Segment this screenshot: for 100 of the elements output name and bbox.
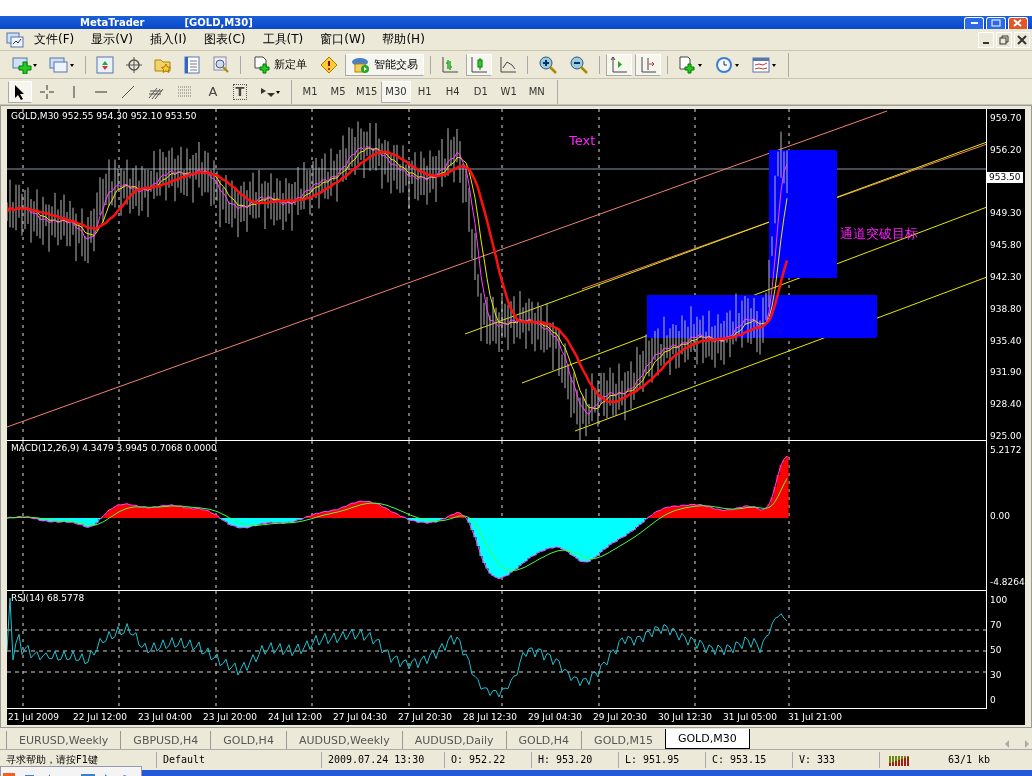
expert-advisors-button[interactable]: 智能交易 xyxy=(345,53,424,76)
new-order-button[interactable]: 新定单 xyxy=(247,53,313,76)
current-price-tag: 953.50 xyxy=(987,172,1023,183)
price-tick: 928.40 xyxy=(990,399,1023,410)
line-chart-icon xyxy=(499,55,517,74)
menu-item[interactable]: 窗口(W) xyxy=(316,29,379,50)
magnifier-icon xyxy=(212,55,230,74)
time-tick: 31 Jul 05:00 xyxy=(722,712,778,724)
timeframe-button[interactable]: W1 xyxy=(494,80,523,103)
chart-window-icon xyxy=(6,31,24,48)
label-tool-button[interactable]: T xyxy=(228,80,252,103)
clock-icon xyxy=(715,55,741,74)
price-tick: 925.00 xyxy=(990,430,1023,441)
axis-arrow-icon xyxy=(610,55,628,74)
minimize-icon xyxy=(983,41,989,44)
chart-text-label: Text xyxy=(569,133,596,148)
timeframe-button[interactable]: M5 xyxy=(324,80,352,103)
time-tick: 29 Jul 04:30 xyxy=(527,712,583,724)
timeframe-button[interactable]: M15 xyxy=(352,80,382,103)
time-tick: 22 Jul 12:00 xyxy=(72,712,128,724)
menu-item[interactable]: 图表(C) xyxy=(199,29,259,50)
time-tick: 24 Jul 12:00 xyxy=(267,712,323,724)
minimize-icon xyxy=(970,22,978,24)
axis-shift-icon xyxy=(639,55,657,74)
text-tool-button[interactable]: A xyxy=(201,80,225,103)
document-plus-icon xyxy=(253,55,271,74)
price-tick: 942.30 xyxy=(990,272,1023,282)
timeframe-button[interactable]: H1 xyxy=(410,80,439,103)
bar-chart-icon xyxy=(441,55,459,74)
minimize-button[interactable] xyxy=(964,16,984,29)
menu-item[interactable]: 显示(V) xyxy=(87,29,146,50)
menu-item[interactable]: 帮助(H) xyxy=(378,29,438,50)
arrows-window-icon xyxy=(96,55,114,74)
price-tick: 959.70 xyxy=(990,113,1023,123)
macd-tick: -4.8264 xyxy=(990,577,1025,587)
trend-line-icon xyxy=(120,83,136,100)
close-icon xyxy=(1017,34,1027,45)
status-time: 2009.07.24 13:30 xyxy=(322,752,445,768)
minimize-button[interactable] xyxy=(978,31,994,48)
time-tick: 21 Jul 2009 xyxy=(7,712,60,724)
time-tick: 31 Jul 21:00 xyxy=(787,712,843,724)
robot-hat-icon xyxy=(351,55,371,74)
price-tick: 938.80 xyxy=(990,303,1023,314)
cursor-icon xyxy=(13,83,27,100)
timeframe-button[interactable]: H4 xyxy=(438,80,467,103)
chart-tab[interactable]: GOLD,M30 xyxy=(664,729,750,749)
timeframe-button[interactable]: M1 xyxy=(296,80,324,103)
macd-tick: 5.2172 xyxy=(990,445,1023,455)
price-tick: 945.80 xyxy=(990,240,1023,251)
crosshair-icon xyxy=(39,83,55,100)
chart-window-icon xyxy=(752,55,778,74)
crosshair-icon xyxy=(125,55,143,74)
window-title: [GOLD,M30] xyxy=(184,16,253,29)
maximize-icon xyxy=(991,19,1001,27)
time-tick: 29 Jul 20:30 xyxy=(592,712,648,724)
chart-header: GOLD,M30 952.55 954.30 952.10 953.50 xyxy=(11,111,197,121)
warning-icon xyxy=(320,55,338,74)
close-button[interactable] xyxy=(1014,31,1030,48)
status-high: H: 953.20 xyxy=(532,752,619,768)
time-tick: 28 Jul 12:30 xyxy=(462,712,518,724)
price-tick: 931.90 xyxy=(990,367,1023,378)
candles-chart-button[interactable] xyxy=(466,53,492,76)
time-tick: 23 Jul 04:00 xyxy=(137,712,193,724)
list-window-icon xyxy=(183,55,201,74)
price-tick: 949.30 xyxy=(990,208,1023,219)
rsi-tick: 70 xyxy=(990,620,1003,630)
timeframe-button[interactable]: MN xyxy=(522,80,551,103)
rsi-header: RSI(14) 68.5778 xyxy=(11,593,85,603)
new-chart-icon xyxy=(12,55,38,74)
timeframe-button[interactable]: D1 xyxy=(466,80,495,103)
horizontal-line-icon xyxy=(94,90,108,93)
timeframe-button[interactable]: M30 xyxy=(381,80,411,103)
zoom-in-icon xyxy=(538,55,558,74)
maximize-button[interactable] xyxy=(986,16,1006,29)
restore-icon xyxy=(999,34,1009,45)
windows-icon xyxy=(49,55,75,74)
close-button[interactable] xyxy=(1008,16,1028,29)
menu-item[interactable]: 工具(T) xyxy=(258,29,317,50)
price-tick: 935.40 xyxy=(990,335,1023,346)
connection-bars-icon xyxy=(888,753,912,767)
macd-header: MACD(12,26,9) 4.3479 3.9945 0.7068 0.0000 xyxy=(11,443,217,453)
status-close: C: 953.15 xyxy=(706,752,793,768)
zoom-out-icon xyxy=(569,55,589,74)
time-tick: 27 Jul 20:30 xyxy=(397,712,453,724)
rsi-tick: 100 xyxy=(990,595,1009,605)
restore-button[interactable] xyxy=(996,31,1012,48)
indicator-plus-icon xyxy=(678,55,704,74)
fibonacci-levels-icon xyxy=(176,83,194,100)
auto-scroll-button[interactable] xyxy=(606,53,632,76)
macd-tick: 0.00 xyxy=(990,511,1012,521)
candlestick-icon xyxy=(470,55,488,74)
status-open: O: 952.22 xyxy=(445,752,532,768)
close-icon xyxy=(1013,19,1023,27)
cursor-tool-button[interactable] xyxy=(8,80,32,103)
rsi-tick: 0 xyxy=(990,695,997,705)
time-tick: 23 Jul 20:00 xyxy=(202,712,258,724)
status-traffic: 63/1 kb xyxy=(947,753,992,767)
chart-shift-button[interactable] xyxy=(635,53,661,76)
menu-item[interactable]: 文件(F) xyxy=(30,29,88,50)
menu-item[interactable]: 插入(I) xyxy=(145,29,200,50)
